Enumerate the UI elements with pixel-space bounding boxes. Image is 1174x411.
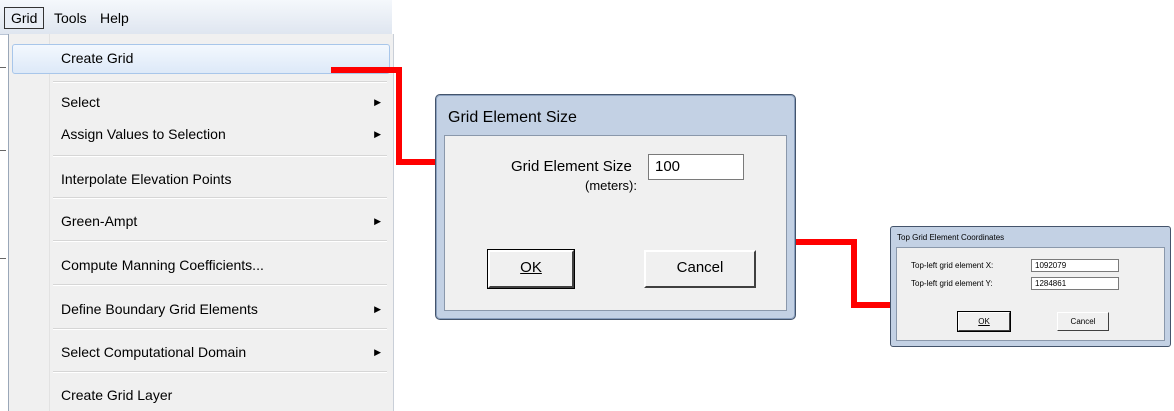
ok-label: OK bbox=[520, 259, 542, 276]
y-coordinate-input[interactable]: 1284861 bbox=[1031, 277, 1119, 290]
y-coordinate-label: Top-left grid element Y: bbox=[911, 279, 993, 288]
x-coordinate-input[interactable]: 1092079 bbox=[1031, 259, 1119, 272]
dialog-title: Top Grid Element Coordinates bbox=[897, 233, 1005, 242]
grid-size-input[interactable]: 100 bbox=[648, 154, 744, 180]
arrow-to-size-dialog bbox=[331, 67, 452, 165]
cancel-label: Cancel bbox=[676, 259, 724, 276]
ok-button[interactable]: OK bbox=[957, 311, 1011, 332]
cancel-label: Cancel bbox=[1070, 317, 1096, 326]
dialog-body: Top-left grid element X: 1092079 Top-lef… bbox=[896, 247, 1165, 341]
x-coordinate-label: Top-left grid element X: bbox=[911, 261, 994, 270]
grid-element-size-dialog: Grid Element Size Grid Element Size (met… bbox=[435, 94, 796, 320]
grid-size-label: Grid Element Size bbox=[511, 158, 632, 175]
cancel-button[interactable]: Cancel bbox=[1057, 312, 1109, 331]
top-grid-coordinates-dialog: Top Grid Element Coordinates Top-left gr… bbox=[890, 226, 1171, 347]
ok-label: OK bbox=[978, 317, 990, 326]
dialog-body: Grid Element Size (meters): 100 OK Cance… bbox=[444, 135, 787, 311]
dialog-title: Grid Element Size bbox=[448, 109, 577, 126]
cancel-button[interactable]: Cancel bbox=[644, 250, 756, 288]
ok-button[interactable]: OK bbox=[487, 249, 575, 289]
grid-size-unit-label: (meters): bbox=[585, 178, 637, 193]
arrow-to-coords-dialog bbox=[787, 239, 898, 308]
